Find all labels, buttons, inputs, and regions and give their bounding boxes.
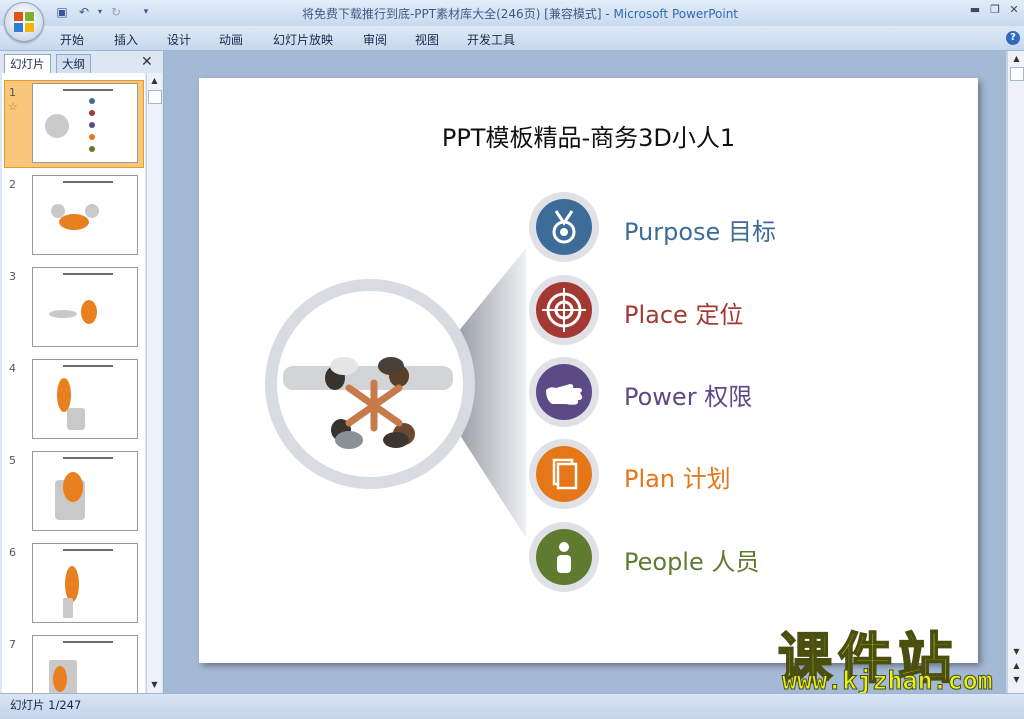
close-icon[interactable]: ✕ bbox=[1005, 2, 1023, 18]
thumbnail-scrollbar[interactable]: ▲ ▼ bbox=[146, 73, 162, 693]
scroll-up-icon[interactable]: ▲ bbox=[1010, 52, 1023, 65]
hand-icon bbox=[536, 364, 592, 420]
plan-label[interactable]: Plan 计划 bbox=[624, 459, 731, 494]
qat-customize-icon[interactable]: ▾ bbox=[138, 4, 154, 20]
tab-insert[interactable]: 插入 bbox=[114, 31, 138, 48]
purpose-label[interactable]: Purpose 目标 bbox=[624, 212, 776, 247]
tab-view[interactable]: 视图 bbox=[415, 31, 439, 48]
slide-thumbnail[interactable] bbox=[32, 359, 138, 439]
previous-slide-icon[interactable]: ▲ bbox=[1010, 659, 1023, 672]
medal-icon bbox=[536, 199, 592, 255]
slide-thumbnail[interactable] bbox=[32, 267, 138, 347]
thumbnail-number: 5 bbox=[9, 454, 16, 467]
scroll-down-icon[interactable]: ▼ bbox=[148, 678, 161, 691]
watermark-url: www.kjzhan.com bbox=[782, 666, 994, 696]
thumbnail-number: 1 bbox=[9, 86, 16, 99]
office-button[interactable] bbox=[4, 2, 44, 42]
scroll-thumb[interactable] bbox=[1010, 67, 1024, 81]
documents-icon bbox=[536, 446, 592, 502]
window-title: 将免费下载推行到底-PPT素材库大全(246页) [兼容模式] - Micros… bbox=[240, 5, 800, 22]
place-label[interactable]: Place 定位 bbox=[624, 295, 743, 330]
thumbnail-number: 7 bbox=[9, 638, 16, 651]
slide-counter: 幻灯片 1/247 bbox=[10, 698, 82, 712]
person-icon bbox=[536, 529, 592, 585]
tab-slides[interactable]: 幻灯片 bbox=[4, 54, 51, 73]
tab-home[interactable]: 开始 bbox=[60, 31, 84, 48]
purpose-circle[interactable] bbox=[529, 192, 599, 262]
thumbnail-number: 6 bbox=[9, 546, 16, 559]
help-icon[interactable]: ? bbox=[1006, 31, 1020, 45]
save-icon[interactable]: ▣ bbox=[54, 4, 70, 20]
power-label[interactable]: Power 权限 bbox=[624, 377, 752, 412]
tab-slideshow[interactable]: 幻灯片放映 bbox=[273, 31, 333, 48]
people-circle[interactable] bbox=[529, 522, 599, 592]
star-icon: ☆ bbox=[8, 100, 18, 113]
scroll-up-icon[interactable]: ▲ bbox=[148, 74, 161, 87]
power-circle[interactable] bbox=[529, 357, 599, 427]
document-title: 将免费下载推行到底-PPT素材库大全(246页) [兼容模式] - bbox=[301, 7, 614, 21]
tab-animation[interactable]: 动画 bbox=[219, 31, 243, 48]
thumbnail-number: 3 bbox=[9, 270, 16, 283]
thumbnail-number: 2 bbox=[9, 178, 16, 191]
target-icon bbox=[536, 282, 592, 338]
redo-icon[interactable]: ↻ bbox=[108, 4, 124, 20]
tab-outline[interactable]: 大纲 bbox=[56, 54, 91, 73]
tab-design[interactable]: 设计 bbox=[167, 31, 191, 48]
minimize-icon[interactable]: ▬ bbox=[966, 2, 984, 18]
plan-circle[interactable] bbox=[529, 439, 599, 509]
app-name: Microsoft PowerPoint bbox=[613, 7, 739, 21]
slide-thumbnail[interactable] bbox=[32, 175, 138, 255]
scroll-thumb[interactable] bbox=[148, 90, 162, 104]
slide-thumbnail[interactable] bbox=[32, 451, 138, 531]
status-bar bbox=[0, 693, 1024, 719]
undo-icon[interactable]: ↶ bbox=[76, 4, 92, 20]
place-circle[interactable] bbox=[529, 275, 599, 345]
slide-scrollbar[interactable]: ▲ ▼ ▲ ▼ bbox=[1007, 51, 1024, 693]
slide-thumbnail[interactable] bbox=[32, 543, 138, 623]
thumbnail-number: 4 bbox=[9, 362, 16, 375]
tab-review[interactable]: 审阅 bbox=[363, 31, 387, 48]
undo-dropdown-icon[interactable]: ▾ bbox=[92, 4, 108, 20]
pane-close-icon[interactable]: ✕ bbox=[141, 54, 153, 70]
next-slide-icon[interactable]: ▼ bbox=[1010, 673, 1023, 686]
tab-developer[interactable]: 开发工具 bbox=[467, 31, 515, 48]
scroll-down-icon[interactable]: ▼ bbox=[1010, 645, 1023, 658]
people-label[interactable]: People 人员 bbox=[624, 542, 759, 577]
office-logo-icon bbox=[14, 12, 34, 32]
restore-icon[interactable]: ❐ bbox=[986, 2, 1004, 18]
